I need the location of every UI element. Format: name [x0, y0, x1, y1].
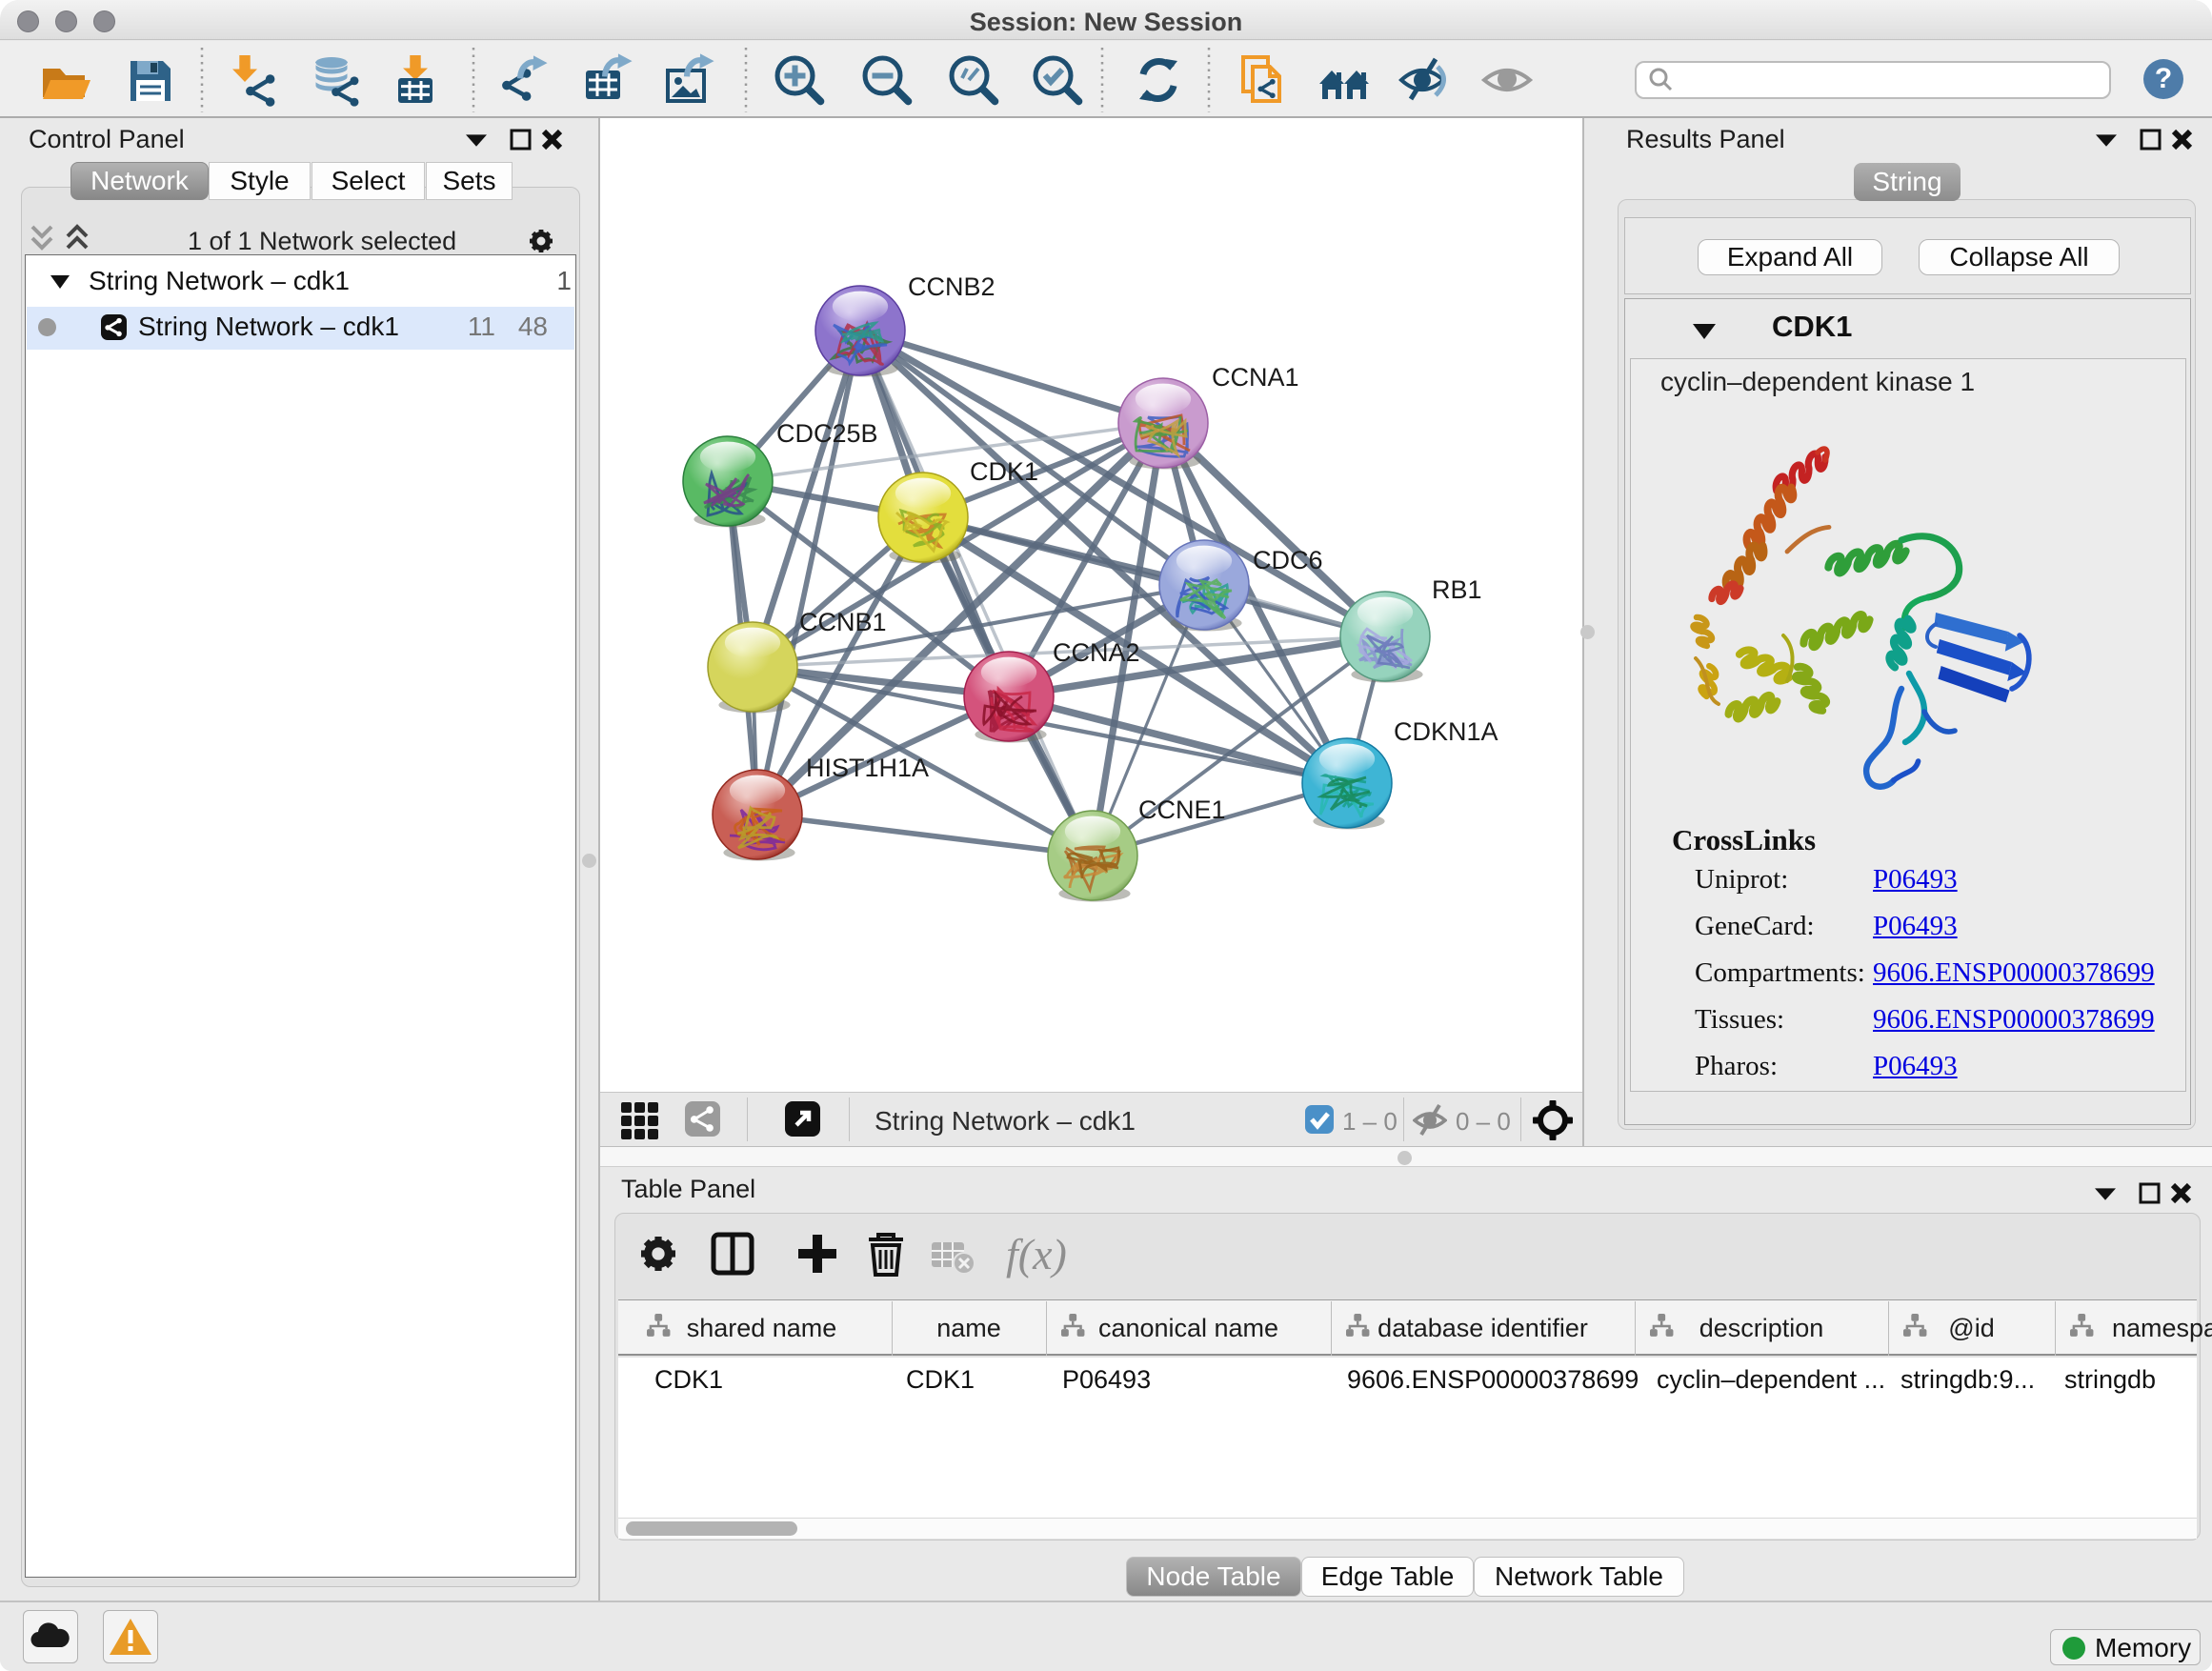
svg-text:f(x): f(x) — [1006, 1230, 1067, 1278]
svg-text:CDKN1A: CDKN1A — [1394, 717, 1498, 746]
svg-text:CCNB1: CCNB1 — [799, 608, 887, 636]
svg-text:CDK1: CDK1 — [970, 457, 1038, 486]
svg-text:CCNB2: CCNB2 — [908, 272, 995, 301]
svg-text:1 of 1 Network selected: 1 of 1 Network selected — [188, 227, 456, 255]
svg-text:CCNA2: CCNA2 — [1053, 638, 1140, 667]
svg-text:CDC25B: CDC25B — [776, 419, 878, 448]
svg-text:CDC6: CDC6 — [1253, 546, 1323, 574]
svg-text:CCNE1: CCNE1 — [1138, 795, 1226, 824]
svg-text:HIST1H1A: HIST1H1A — [806, 754, 929, 782]
svg-text:RB1: RB1 — [1432, 575, 1482, 604]
svg-text:CCNA1: CCNA1 — [1212, 363, 1299, 392]
